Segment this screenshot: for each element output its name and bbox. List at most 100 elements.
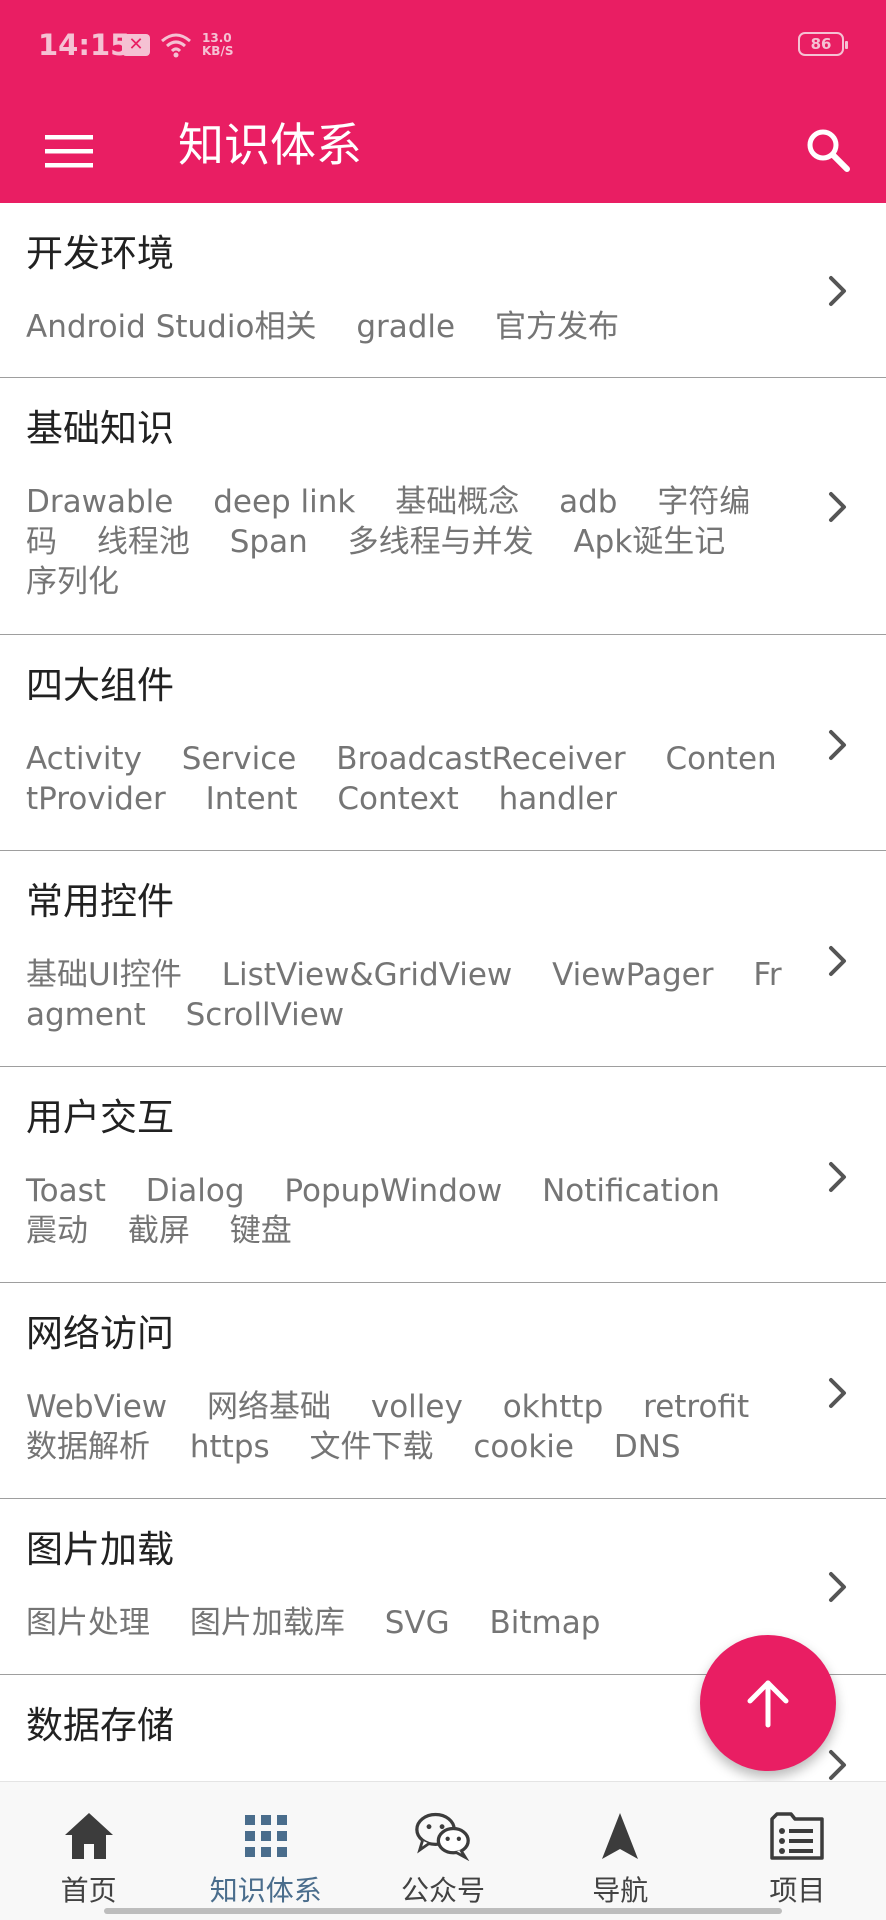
category-tag: okhttp <box>502 1389 604 1425</box>
category-tag: Context <box>337 781 459 817</box>
search-icon <box>807 129 850 172</box>
category-tag: 图片加载库 <box>189 1605 345 1641</box>
status-bar: 14:15 ✕ 13.0 KB/S 86 <box>0 0 886 92</box>
category-tag: Bitmap <box>489 1605 601 1641</box>
nav-item-wechat[interactable]: 公众号 <box>354 1782 531 1920</box>
battery-level: 86 <box>810 35 832 53</box>
category-title: 开发环境 <box>26 232 174 275</box>
category-title: 网络访问 <box>26 1312 174 1355</box>
home-icon <box>61 1808 117 1864</box>
network-speed-unit: KB/S <box>202 44 234 58</box>
category-tag: volley <box>370 1389 463 1425</box>
category-tag: DNS <box>613 1429 681 1465</box>
category-tag: SVG <box>384 1605 450 1641</box>
gesture-bar <box>104 1908 782 1914</box>
battery-icon: 86 <box>798 32 848 56</box>
category-tag: Apk诞生记 <box>573 524 726 560</box>
category-tags: Activity Service BroadcastReceiver Conte… <box>26 739 786 819</box>
chevron-right-icon <box>816 1155 860 1199</box>
category-row[interactable]: 网络访问 WebView 网络基础 volley okhttp retrofit … <box>0 1283 886 1499</box>
category-list: 开发环境 Android Studio相关 gradle 官方发布 基础知识 Dra… <box>0 203 886 1825</box>
page-title: 知识体系 <box>178 118 362 172</box>
category-tag: 基础概念 <box>395 484 520 520</box>
category-tags: WebView 网络基础 volley okhttp retrofit 数据解析… <box>26 1387 786 1467</box>
category-tag: 图片处理 <box>26 1605 150 1641</box>
category-tag: ViewPager <box>552 957 714 993</box>
app-toolbar: 知识体系 <box>0 92 886 203</box>
category-tag: 官方发布 <box>494 309 619 345</box>
chevron-right-icon <box>816 723 860 767</box>
chevron-right-icon <box>816 269 860 313</box>
category-tags: Drawable deep link 基础概念 adb 字符编码 线程池 Spa… <box>26 482 786 602</box>
navigation-arrow-icon <box>592 1808 648 1864</box>
network-speed: 13.0 KB/S <box>202 32 233 58</box>
category-title: 四大组件 <box>26 664 174 707</box>
category-tag: 文件下载 <box>309 1429 434 1465</box>
category-tag: Dialog <box>145 1173 245 1209</box>
nav-label-knowledge: 知识体系 <box>209 1874 322 1907</box>
category-tag: 键盘 <box>229 1213 292 1249</box>
category-tag: Activity <box>26 741 142 777</box>
category-title: 常用控件 <box>26 880 174 923</box>
category-tag: gradle <box>356 309 456 345</box>
chevron-right-icon <box>816 1565 860 1609</box>
category-tags: Toast Dialog PopupWindow Notification 震动… <box>26 1171 786 1251</box>
nav-label-navigation: 导航 <box>592 1874 649 1907</box>
project-list-icon <box>769 1808 825 1864</box>
category-tag: 序列化 <box>26 564 119 600</box>
category-tag: handler <box>498 781 618 817</box>
arrow-up-icon <box>747 1680 789 1728</box>
category-tag: 网络基础 <box>207 1389 332 1425</box>
category-row[interactable]: 开发环境 Android Studio相关 gradle 官方发布 <box>0 203 886 378</box>
category-tag: Drawable <box>26 484 174 520</box>
grid-icon <box>238 1808 294 1864</box>
category-tag: 线程池 <box>96 524 190 560</box>
category-tag: deep link <box>213 484 356 520</box>
category-title: 基础知识 <box>26 407 174 450</box>
category-tag: WebView <box>26 1389 168 1425</box>
category-tags: Android Studio相关 gradle 官方发布 <box>26 307 786 347</box>
wechat-icon <box>415 1808 471 1864</box>
chevron-right-icon <box>816 939 860 983</box>
nav-item-navigation[interactable]: 导航 <box>532 1782 709 1920</box>
category-row[interactable]: 四大组件 Activity Service BroadcastReceiver C… <box>0 635 886 851</box>
status-time: 14:15 <box>38 28 131 62</box>
category-tag: 震动 <box>26 1213 88 1249</box>
category-tag: Service <box>181 741 297 777</box>
nav-label-projects: 项目 <box>769 1874 826 1907</box>
category-title: 用户交互 <box>26 1096 174 1139</box>
scroll-to-top-button[interactable] <box>700 1635 836 1771</box>
hamburger-menu-icon <box>45 135 93 168</box>
menu-button[interactable] <box>28 110 110 192</box>
nav-item-knowledge[interactable]: 知识体系 <box>177 1782 354 1920</box>
category-tag: Toast <box>26 1173 106 1209</box>
category-tag: 截屏 <box>127 1213 190 1249</box>
category-tag: Span <box>229 524 308 560</box>
category-row[interactable]: 基础知识 Drawable deep link 基础概念 adb 字符编码 线程池… <box>0 378 886 635</box>
category-tags: 图片处理 图片加载库 SVG Bitmap <box>26 1603 786 1643</box>
category-tag: Intent <box>205 781 298 817</box>
chevron-right-icon <box>816 485 860 529</box>
category-tag: PopupWindow <box>284 1173 503 1209</box>
bottom-navigation: 首页 知识体系 公众号 导航 项目 <box>0 1781 886 1920</box>
category-tag: 多线程与并发 <box>347 524 534 560</box>
status-icons: ✕ 13.0 KB/S <box>122 28 233 62</box>
category-tag: ListView&GridView <box>221 957 513 993</box>
category-title: 图片加载 <box>26 1528 174 1571</box>
nav-item-home[interactable]: 首页 <box>0 1782 177 1920</box>
category-title: 数据存储 <box>26 1704 174 1747</box>
category-tag: adb <box>559 484 618 520</box>
search-button[interactable] <box>788 110 868 190</box>
category-tag: 基础UI控件 <box>26 957 182 993</box>
notification-x-icon: ✕ <box>122 34 150 56</box>
category-tag: https <box>189 1429 270 1465</box>
category-row[interactable]: 常用控件基础UI控件 ListView&GridView ViewPager F… <box>0 851 886 1067</box>
category-tag: Android Studio相关 <box>26 309 317 345</box>
category-tags: 基础UI控件 ListView&GridView ViewPager Fragm… <box>26 955 786 1035</box>
category-tag: BroadcastReceiver <box>336 741 626 777</box>
wifi-icon <box>161 33 191 58</box>
nav-label-wechat: 公众号 <box>401 1874 486 1907</box>
category-row[interactable]: 用户交互 Toast Dialog PopupWindow Notificatio… <box>0 1067 886 1283</box>
app-screen: 14:15 ✕ 13.0 KB/S 86 知识体系 开发环境 Android S… <box>0 0 886 1920</box>
nav-item-projects[interactable]: 项目 <box>709 1782 886 1920</box>
